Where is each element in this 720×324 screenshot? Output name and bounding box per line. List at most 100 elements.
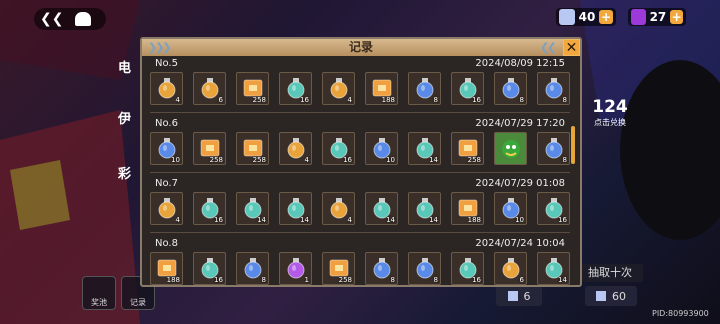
reward-item[interactable]: 4 xyxy=(322,192,355,225)
home-icon[interactable] xyxy=(75,12,92,26)
reward-item[interactable]: 14 xyxy=(236,192,269,225)
draw-ten-amount: 60 xyxy=(612,289,626,303)
add-gem-button[interactable]: + xyxy=(670,10,683,24)
prize-pool-button[interactable]: 奖池 xyxy=(82,276,116,310)
reward-item[interactable]: 16 xyxy=(451,252,484,285)
close-button[interactable]: ✕ xyxy=(563,39,580,56)
back-button[interactable]: ❮❮ xyxy=(34,8,106,30)
side-label-1: 电 xyxy=(118,61,132,76)
reward-quantity: 8 xyxy=(562,96,567,104)
reward-item[interactable]: 4 xyxy=(279,132,312,165)
record-date: 2024/07/24 10:04 xyxy=(475,238,565,249)
record-items: 10 258 258 4 16 10 14 258 8 xyxy=(150,132,570,165)
reward-item[interactable]: 16 xyxy=(193,252,226,285)
ticket-icon xyxy=(507,291,518,301)
reward-item[interactable]: 14 xyxy=(279,192,312,225)
reward-item[interactable]: 8 xyxy=(537,72,570,105)
reward-quantity: 14 xyxy=(429,216,438,224)
exchange-counter[interactable]: 124 点击兑换 xyxy=(584,97,636,137)
reward-item[interactable]: 258 xyxy=(236,72,269,105)
record-date: 2024/08/09 12:15 xyxy=(475,58,565,69)
reward-quantity: 258 xyxy=(209,156,223,164)
exchange-label: 点击兑换 xyxy=(594,118,626,127)
reward-item[interactable]: 188 xyxy=(365,72,398,105)
record-list[interactable]: No.5 2024/08/09 12:15 4 6 258 16 4 188 8 16 8 8 No.6… xyxy=(150,58,570,286)
reward-item[interactable]: 10 xyxy=(494,192,527,225)
reward-quantity: 4 xyxy=(175,216,180,224)
reward-quantity: 4 xyxy=(304,156,309,164)
ticket-count: 40 xyxy=(578,10,596,24)
reward-quantity: 4 xyxy=(347,216,352,224)
reward-quantity: 8 xyxy=(433,276,438,284)
reward-item[interactable]: 188 xyxy=(451,192,484,225)
reward-item[interactable]: 8 xyxy=(494,72,527,105)
reward-item[interactable]: 16 xyxy=(193,192,226,225)
record-number: No.6 xyxy=(155,118,178,129)
reward-quantity: 10 xyxy=(171,156,180,164)
reward-item[interactable]: 8 xyxy=(408,252,441,285)
reward-item[interactable]: 258 xyxy=(193,132,226,165)
draw-ten-label: 抽取十次 xyxy=(577,264,643,282)
reward-quantity: 14 xyxy=(558,276,567,284)
chevron-decoration-icon: ❮❮ xyxy=(540,41,557,54)
reward-quantity: 4 xyxy=(347,96,352,104)
reward-item[interactable]: 258 xyxy=(451,132,484,165)
record-date: 2024/07/29 17:20 xyxy=(475,118,565,129)
reward-item[interactable]: 16 xyxy=(322,132,355,165)
reward-quantity: 8 xyxy=(261,276,266,284)
reward-item[interactable]: 8 xyxy=(236,252,269,285)
draw-once-amount: 6 xyxy=(523,289,531,303)
reward-quantity: 14 xyxy=(257,216,266,224)
game-screen: ❮❮ 40 + 27 + 电 伊 彩 124 点击兑换 奖池 记录 6 抽取十次… xyxy=(0,0,720,324)
reward-quantity: 16 xyxy=(300,96,309,104)
reward-item[interactable]: 258 xyxy=(322,252,355,285)
reward-item[interactable]: 6 xyxy=(494,252,527,285)
reward-item[interactable]: 188 xyxy=(150,252,183,285)
reward-item[interactable]: 4 xyxy=(150,72,183,105)
reward-item[interactable]: 258 xyxy=(236,132,269,165)
player-id: PID:80993900 xyxy=(652,309,709,318)
dialog-title: 记录 xyxy=(348,40,373,54)
record-items: 4 16 14 14 4 14 14 188 10 16 xyxy=(150,192,570,225)
reward-item[interactable]: 16 xyxy=(451,72,484,105)
reward-item[interactable]: 8 xyxy=(537,132,570,165)
reward-item[interactable]: 8 xyxy=(365,252,398,285)
reward-item[interactable]: 4 xyxy=(322,72,355,105)
reward-quantity: 8 xyxy=(562,156,567,164)
record-label: 记录 xyxy=(130,298,146,307)
reward-item[interactable]: 1 xyxy=(279,252,312,285)
record-header: No.8 2024/07/24 10:04 xyxy=(155,238,565,250)
reward-item[interactable]: 10 xyxy=(365,132,398,165)
reward-item[interactable]: 14 xyxy=(408,192,441,225)
reward-quantity: 10 xyxy=(515,216,524,224)
reward-item[interactable]: 4 xyxy=(150,192,183,225)
reward-item[interactable] xyxy=(494,132,527,165)
reward-quantity: 16 xyxy=(472,276,481,284)
reward-quantity: 8 xyxy=(390,276,395,284)
draw-ten-button[interactable]: 60 xyxy=(585,286,637,306)
reward-item[interactable]: 6 xyxy=(193,72,226,105)
record-header: No.6 2024/07/29 17:20 xyxy=(155,118,565,130)
reward-quantity: 6 xyxy=(218,96,223,104)
reward-quantity: 1 xyxy=(304,276,309,284)
reward-quantity: 16 xyxy=(343,156,352,164)
record-scrollbar[interactable] xyxy=(571,126,575,164)
reward-item[interactable]: 14 xyxy=(365,192,398,225)
reward-item[interactable]: 10 xyxy=(150,132,183,165)
draw-once-cost[interactable]: 6 xyxy=(496,286,542,306)
reward-item[interactable]: 8 xyxy=(408,72,441,105)
reward-item[interactable]: 14 xyxy=(408,132,441,165)
record-header: No.5 2024/08/09 12:15 xyxy=(155,58,565,70)
reward-quantity: 10 xyxy=(386,156,395,164)
reward-item[interactable]: 14 xyxy=(537,252,570,285)
currency-ticket: 40 + xyxy=(556,8,616,26)
reward-quantity: 258 xyxy=(252,96,266,104)
reward-quantity: 16 xyxy=(214,276,223,284)
reward-quantity: 4 xyxy=(175,96,180,104)
gem-icon xyxy=(631,9,646,25)
reward-quantity: 16 xyxy=(558,216,567,224)
reward-item[interactable]: 16 xyxy=(537,192,570,225)
add-ticket-button[interactable]: + xyxy=(599,10,613,24)
record-number: No.5 xyxy=(155,58,178,69)
reward-item[interactable]: 16 xyxy=(279,72,312,105)
